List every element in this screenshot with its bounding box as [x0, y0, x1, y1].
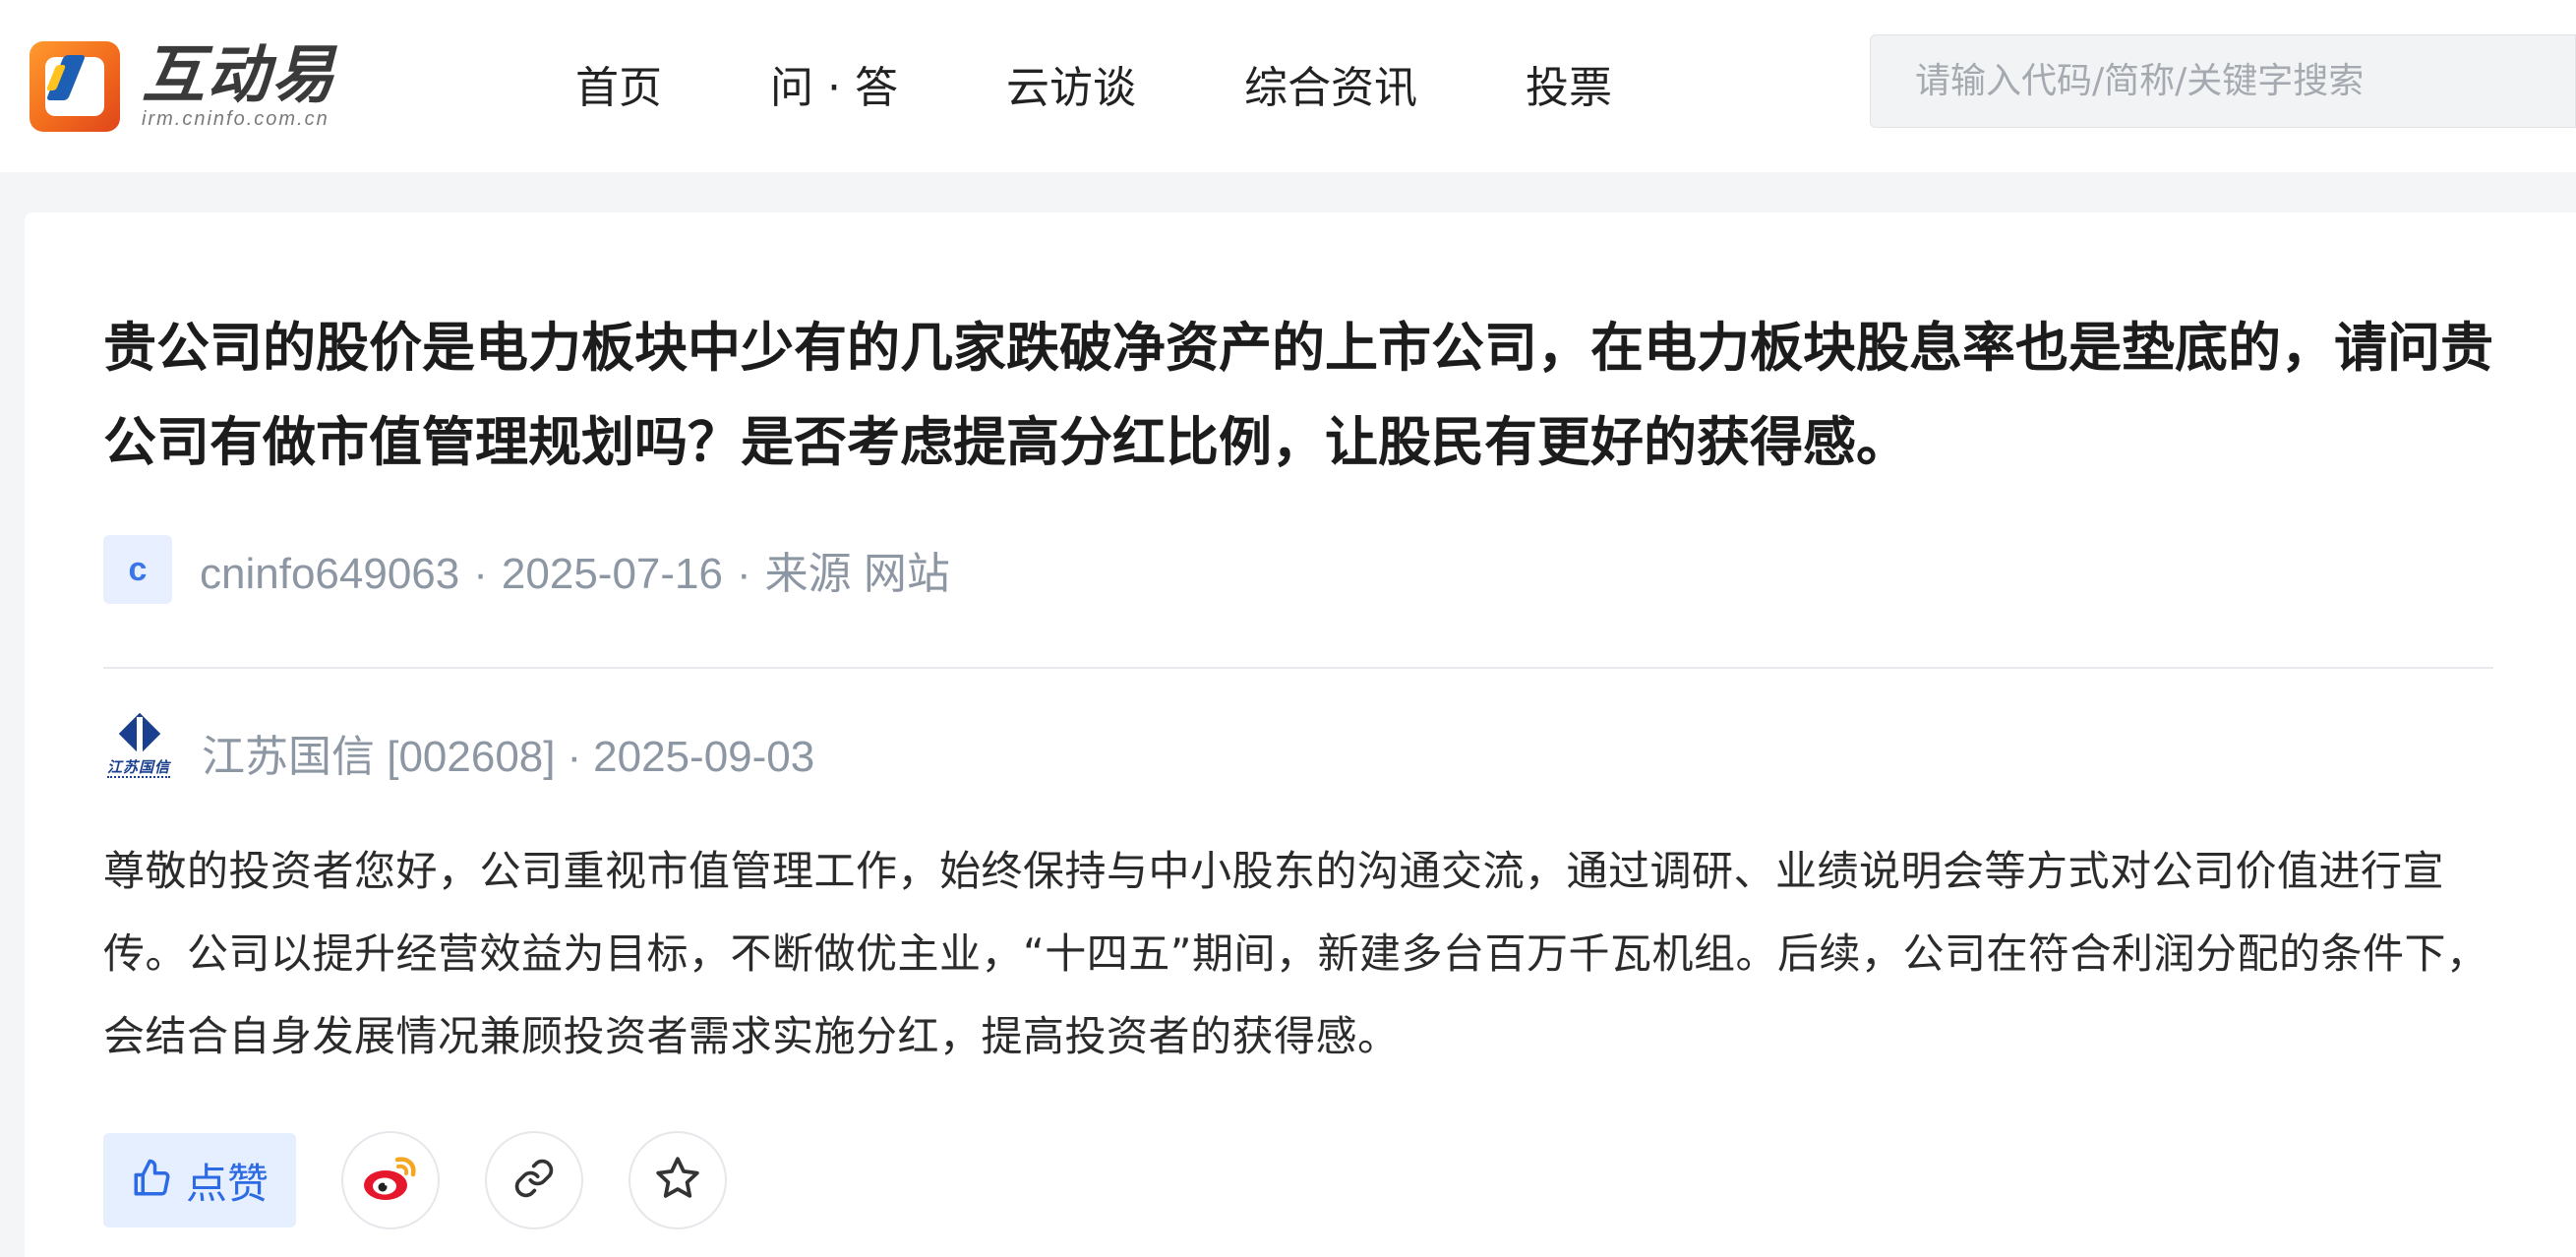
- company-name[interactable]: 江苏国信 [002608]: [202, 733, 556, 781]
- logo-title: 互动易: [142, 38, 336, 112]
- divider: [103, 667, 2493, 669]
- star-icon: [653, 1154, 702, 1207]
- main-nav: 首页 问 · 答 云访谈 综合资讯 投票: [575, 49, 1720, 118]
- nav-item-home[interactable]: 首页: [575, 52, 662, 115]
- logo-mark-icon: [30, 41, 120, 132]
- company-logo-text: 江苏国信: [106, 758, 170, 776]
- copy-link-button[interactable]: [485, 1131, 584, 1229]
- site-logo[interactable]: 互动易 irm.cninfo.com.cn: [30, 37, 364, 136]
- meta-separator: ·: [473, 550, 488, 598]
- answerer-info: 江苏国信 江苏国信 [002608] · 2025-09-03: [103, 712, 814, 788]
- company-meta: 江苏国信 [002608] · 2025-09-03: [202, 721, 814, 784]
- question-date: 2025-07-16: [501, 550, 723, 598]
- nav-item-interviews[interactable]: 云访谈: [1006, 52, 1136, 115]
- question-source: 来源 网站: [764, 550, 950, 598]
- like-button[interactable]: 点赞: [103, 1133, 297, 1227]
- nav-item-vote[interactable]: 投票: [1526, 52, 1612, 115]
- avatar[interactable]: c: [103, 535, 172, 604]
- qa-card: 贵公司的股价是电力板块中少有的几家跌破净资产的上市公司，在电力板块股息率也是垫底…: [25, 212, 2576, 1257]
- thumbs-up-icon: [131, 1158, 172, 1203]
- search-box: [1870, 34, 2576, 128]
- weibo-icon: [362, 1154, 419, 1207]
- asker-info: c cninfo649063 · 2025-07-16 · 来源 网站: [103, 534, 950, 605]
- asker-username[interactable]: cninfo649063: [200, 550, 459, 598]
- logo-subtitle: irm.cninfo.com.cn: [142, 108, 329, 130]
- nav-item-qa[interactable]: 问 · 答: [770, 52, 898, 115]
- company-logo-icon[interactable]: 江苏国信: [103, 712, 174, 788]
- meta-separator: ·: [736, 550, 751, 598]
- link-icon: [512, 1157, 556, 1204]
- meta-separator: ·: [567, 733, 582, 781]
- action-bar: 点赞: [103, 1131, 728, 1229]
- site-header: 互动易 irm.cninfo.com.cn 首页 问 · 答 云访谈 综合资讯 …: [0, 0, 2576, 172]
- asker-meta: cninfo649063 · 2025-07-16 · 来源 网站: [200, 538, 950, 601]
- share-weibo-button[interactable]: [341, 1131, 441, 1229]
- question-text: 贵公司的股价是电力板块中少有的几家跌破净资产的上市公司，在电力板块股息率也是垫底…: [103, 317, 2493, 473]
- answer-text: 尊敬的投资者您好，公司重视市值管理工作，始终保持与中小股东的沟通交流，通过调研、…: [103, 847, 2488, 1060]
- favorite-button[interactable]: [629, 1131, 728, 1229]
- like-label: 点赞: [186, 1159, 270, 1208]
- answer-date: 2025-09-03: [593, 733, 815, 781]
- search-input[interactable]: [1915, 61, 2575, 101]
- nav-item-news[interactable]: 综合资讯: [1244, 52, 1417, 115]
